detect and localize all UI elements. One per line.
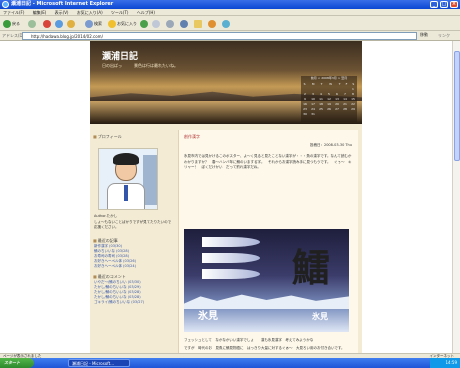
vertical-scrollbar[interactable] bbox=[452, 41, 460, 353]
title-bar: 瀬浦日記 - Microsoft Internet Explorer _ □ × bbox=[0, 0, 460, 9]
star-icon bbox=[108, 20, 116, 28]
start-button[interactable]: スタート bbox=[0, 358, 34, 368]
extra-icon bbox=[222, 20, 230, 28]
menu-view[interactable]: 表示(V) bbox=[55, 10, 69, 15]
menu-favorites[interactable]: お気に入り(A) bbox=[77, 10, 103, 15]
scrollbar-thumb[interactable] bbox=[454, 51, 460, 161]
avatar-hair bbox=[113, 153, 139, 165]
entry-paragraph-2: フェッシュとして なかなかいい漢字でしょ 漢も氷見漢字 考えてみようかな bbox=[184, 338, 314, 342]
blog-page: 瀬浦日記 日の出ばっ 景色は行は最れたいね。 前月 < 2008年3月 > 翌月… bbox=[90, 41, 362, 353]
menu-file[interactable]: ファイル(F) bbox=[3, 10, 24, 15]
browser-window: 瀬浦日記 - Microsoft Internet Explorer _ □ ×… bbox=[0, 0, 460, 368]
blog-subtitle: 日の出ばっ 景色は行は最れたいね。 bbox=[102, 63, 178, 68]
blog-title[interactable]: 瀬浦日記 bbox=[102, 49, 138, 62]
entry-date: 投稿日：2008-03-30 Thu bbox=[309, 143, 352, 147]
address-input[interactable]: http://hadawa.blog.jp/2014/02.com/ bbox=[22, 32, 417, 40]
folder-icon bbox=[194, 20, 202, 28]
print-button[interactable] bbox=[166, 19, 175, 28]
home-icon bbox=[67, 20, 75, 28]
entry-title[interactable]: 創作漢字 bbox=[184, 134, 200, 140]
calendar-date[interactable] bbox=[349, 111, 357, 116]
taskbar-window-button[interactable]: 瀬浦日記 - Microsoft... bbox=[68, 359, 130, 367]
calendar-date[interactable] bbox=[341, 111, 349, 116]
toolbar: 戻る 検索 お気に入り bbox=[0, 16, 460, 31]
avatar-building bbox=[143, 155, 157, 205]
calendar-date[interactable] bbox=[333, 111, 341, 116]
ie-icon bbox=[2, 1, 9, 8]
favorites-button[interactable]: お気に入り bbox=[108, 19, 137, 28]
search-button[interactable]: 検索 bbox=[85, 19, 102, 28]
system-tray: 14:59 bbox=[430, 358, 460, 368]
blog-banner: 瀬浦日記 日の出ばっ 景色は行は最れたいね。 前月 < 2008年3月 > 翌月… bbox=[90, 41, 362, 124]
extra-button[interactable] bbox=[222, 19, 231, 28]
print-icon bbox=[166, 20, 174, 28]
calendar: 前月 < 2008年3月 > 翌月 S M T W T F S 12345678… bbox=[301, 76, 357, 122]
left-sidebar: プロフィール Author.たかし しょ〜もないことばかりですが見てたりたいので… bbox=[90, 130, 174, 353]
calendar-date[interactable] bbox=[317, 111, 325, 116]
stop-button[interactable] bbox=[43, 19, 52, 28]
folder-button[interactable] bbox=[194, 19, 203, 28]
address-label: アドレス(D) bbox=[2, 33, 25, 38]
photo-fish bbox=[202, 269, 260, 279]
comment-item[interactable]: ゴキライ/鯖のちいいな (03/27) bbox=[94, 300, 172, 305]
profile-name: Author.たかし bbox=[94, 214, 118, 218]
photo-sign: 氷見 bbox=[198, 311, 218, 322]
window-title: 瀬浦日記 - Microsoft Internet Explorer bbox=[11, 1, 114, 7]
menu-edit[interactable]: 編集(E) bbox=[33, 10, 47, 15]
search-icon bbox=[85, 20, 93, 28]
recent-item[interactable]: お好きヘーペル体 (03/24) bbox=[94, 264, 172, 269]
entry-paragraph-3: ですが 時代のお 見魚に鯖見物語に はっきり大量に対するぐぁ〜 大見ろい用のお付… bbox=[184, 346, 345, 350]
refresh-icon bbox=[55, 20, 63, 28]
clock: 14:59 bbox=[445, 360, 457, 365]
profile-avatar bbox=[98, 148, 158, 210]
calendar-date[interactable]: 31 bbox=[309, 111, 317, 116]
menu-help[interactable]: ヘルプ(H) bbox=[137, 10, 155, 15]
maximize-button[interactable]: □ bbox=[440, 1, 448, 8]
forward-button[interactable] bbox=[28, 19, 37, 28]
back-label: 戻る bbox=[12, 21, 20, 26]
stop-icon bbox=[43, 20, 51, 28]
photo-kanji: 鱩 bbox=[292, 245, 331, 290]
go-button[interactable]: 移動 bbox=[420, 32, 428, 38]
profile-heading: プロフィール bbox=[93, 134, 174, 140]
forward-arrow-icon bbox=[28, 20, 36, 28]
address-bar: アドレス(D) http://hadawa.blog.jp/2014/02.co… bbox=[0, 31, 460, 41]
close-button[interactable]: × bbox=[450, 1, 458, 8]
menu-tools[interactable]: ツール(T) bbox=[111, 10, 129, 15]
messenger-icon bbox=[208, 20, 216, 28]
entry-photo: 鱩 氷見 氷見 bbox=[184, 229, 349, 332]
mail-icon bbox=[152, 20, 160, 28]
recent-list: 新作漢字 (03/30) 鯖のちいいな (03/28) お寿司の寿司 (03/2… bbox=[94, 244, 172, 269]
photo-fish bbox=[202, 237, 260, 247]
calendar-weeks: 1 2 3 4 5 6 7 8 9 10 11 12 13 14 15 16 17 18 19 20 21 22 23 24 2… bbox=[301, 86, 357, 116]
edit-button[interactable] bbox=[180, 19, 189, 28]
minimize-button[interactable]: _ bbox=[430, 1, 438, 8]
favorites-label: お気に入り bbox=[117, 21, 137, 26]
mail-button[interactable] bbox=[152, 19, 161, 28]
taskbar: スタート 瀬浦日記 - Microsoft... 14:59 bbox=[0, 358, 460, 368]
back-arrow-icon bbox=[3, 20, 11, 28]
comments-list: いやだ〜/鯖のちいい (03/30) たかし/鯖のちいいな (03/29) たか… bbox=[94, 280, 172, 305]
entry-paragraph-1: 氷見市内では見かけるこのポスター、よ〜く見ると見たことない漢字が・・・魚の漢字で… bbox=[184, 154, 352, 169]
photo-place: 氷見 bbox=[312, 312, 328, 321]
calendar-date[interactable]: 30 bbox=[301, 111, 309, 116]
address-url: http://hadawa.blog.jp/2014/02.com/ bbox=[31, 34, 103, 39]
refresh-button[interactable] bbox=[55, 19, 64, 28]
search-label: 検索 bbox=[94, 21, 102, 26]
photo-fish bbox=[202, 253, 260, 263]
page-content: 瀬浦日記 日の出ばっ 景色は行は最れたいね。 前月 < 2008年3月 > 翌月… bbox=[0, 41, 452, 353]
avatar-tie bbox=[124, 185, 128, 201]
back-button[interactable]: 戻る bbox=[3, 19, 20, 28]
links-button[interactable]: リンク bbox=[438, 33, 450, 39]
home-button[interactable] bbox=[67, 19, 76, 28]
history-icon bbox=[140, 20, 148, 28]
calendar-week: 30 31 bbox=[301, 111, 357, 116]
profile-text: しょ〜もないことばかりですが見てたりたいので応援ください。 bbox=[94, 220, 172, 229]
main-entry: 創作漢字 投稿日：2008-03-30 Thu 氷見市内では見かけるこのポスター… bbox=[178, 130, 358, 353]
messenger-button[interactable] bbox=[208, 19, 217, 28]
menu-bar: ファイル(F) 編集(E) 表示(V) お気に入り(A) ツール(T) ヘルプ(… bbox=[0, 9, 460, 16]
calendar-date[interactable] bbox=[325, 111, 333, 116]
history-button[interactable] bbox=[140, 19, 149, 28]
edit-icon bbox=[180, 20, 188, 28]
